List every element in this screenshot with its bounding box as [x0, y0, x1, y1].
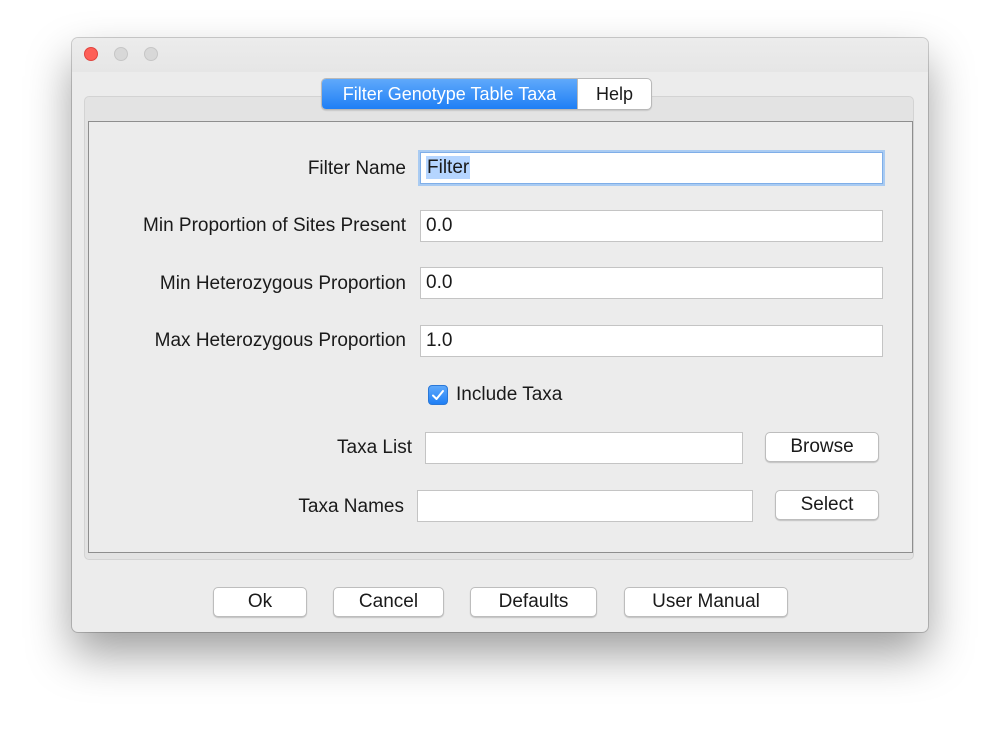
tab-bar: Filter Genotype Table Taxa Help [321, 78, 652, 110]
cancel-button[interactable]: Cancel [333, 587, 444, 617]
max-het-proportion-field[interactable]: 1.0 [420, 325, 883, 357]
taxa-names-label: Taxa Names [298, 496, 404, 517]
tab-filter-genotype-table-taxa[interactable]: Filter Genotype Table Taxa [322, 79, 577, 109]
include-taxa-checkbox[interactable] [428, 385, 448, 405]
close-icon[interactable] [84, 47, 98, 61]
title-bar [72, 38, 928, 72]
taxa-names-field[interactable] [417, 490, 753, 522]
minimize-icon[interactable] [114, 47, 128, 61]
user-manual-button[interactable]: User Manual [624, 587, 788, 617]
taxa-list-field[interactable] [425, 432, 743, 464]
ok-button[interactable]: Ok [213, 587, 307, 617]
max-het-proportion-label: Max Heterozygous Proportion [154, 330, 406, 351]
filter-name-value: Filter [426, 156, 471, 179]
min-het-proportion-field[interactable]: 0.0 [420, 267, 883, 299]
checkmark-icon [432, 390, 444, 400]
filter-options-panel: Filter Name Filter Min Proportion of Sit… [88, 121, 913, 553]
min-sites-present-label: Min Proportion of Sites Present [143, 215, 406, 236]
zoom-icon[interactable] [144, 47, 158, 61]
include-taxa-label[interactable]: Include Taxa [456, 383, 562, 407]
taxa-list-label: Taxa List [337, 437, 412, 458]
filter-name-label: Filter Name [307, 158, 406, 179]
min-het-proportion-label: Min Heterozygous Proportion [159, 273, 406, 294]
filter-name-field[interactable]: Filter [420, 152, 883, 184]
tab-help[interactable]: Help [577, 79, 651, 109]
dialog-window: Filter Genotype Table Taxa Help Filter N… [72, 38, 928, 632]
select-button[interactable]: Select [775, 490, 879, 520]
defaults-button[interactable]: Defaults [470, 587, 597, 617]
min-sites-present-field[interactable]: 0.0 [420, 210, 883, 242]
browse-button[interactable]: Browse [765, 432, 879, 462]
